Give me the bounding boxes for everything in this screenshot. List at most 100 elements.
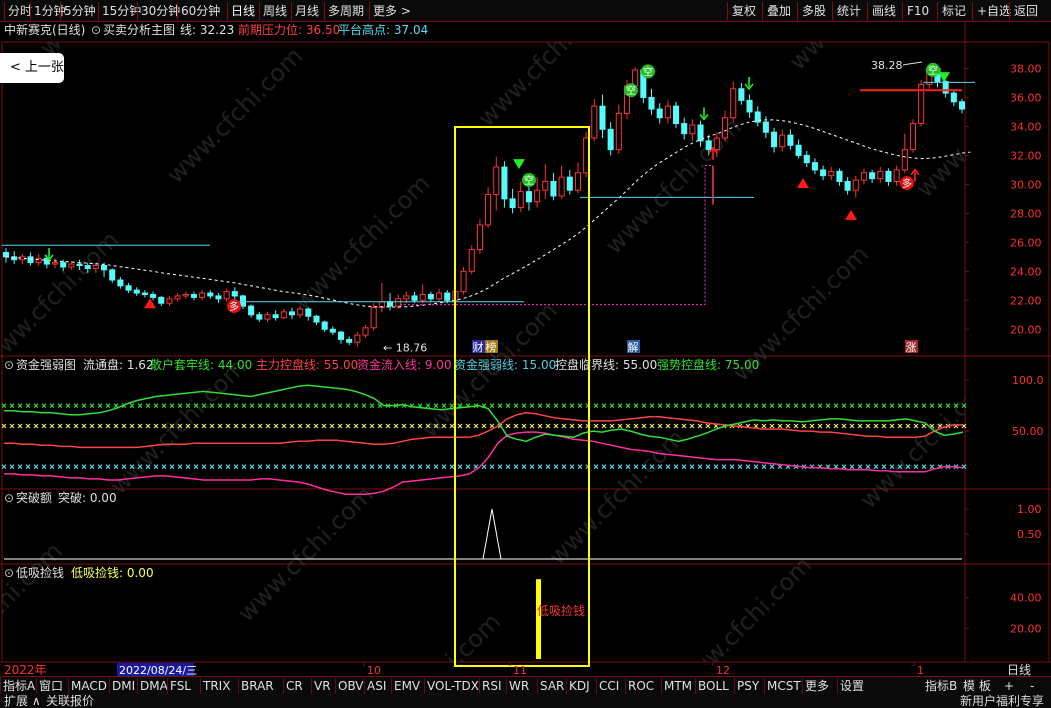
tab-separator — [364, 678, 365, 694]
candle-body — [272, 314, 279, 319]
indicator-tab-17[interactable]: KDJ — [569, 678, 590, 694]
tab-separator — [335, 678, 336, 694]
tab-separator — [137, 678, 138, 694]
candle-body — [493, 166, 500, 196]
tab-month[interactable]: 月线 — [295, 3, 319, 19]
tab-separator — [283, 678, 284, 694]
sell-signal-badge-text: 空 — [928, 64, 938, 77]
candle[interactable] — [909, 119, 917, 153]
indicator-tab-2[interactable]: MACD — [71, 678, 107, 694]
indicator-tab-4[interactable]: DMA — [140, 678, 168, 694]
indicator-tab-14[interactable]: RSI — [482, 678, 502, 694]
tab-60m[interactable]: 60分钟 — [181, 3, 220, 19]
button-biaoji[interactable]: 标记 — [942, 3, 966, 19]
indicator-tab-11[interactable]: ASI — [367, 678, 386, 694]
button-tongji[interactable]: 统计 — [837, 3, 861, 19]
candle-body — [893, 169, 900, 182]
button-duogu[interactable]: 多股 — [802, 3, 826, 19]
candle-body — [141, 292, 148, 295]
indicator-tab-7[interactable]: BRAR — [241, 678, 274, 694]
price-tick-label: 24.00 — [1010, 265, 1042, 278]
tab-more[interactable]: 更多 > — [373, 3, 411, 19]
toolbar-separator — [369, 2, 370, 20]
tab-15m[interactable]: 15分钟 — [102, 3, 141, 19]
panel3-circle-icon[interactable]: ⊙ — [4, 491, 14, 505]
indicator-tab-0[interactable]: 指标A — [3, 678, 35, 694]
candle-body — [689, 124, 696, 135]
candle-body — [231, 291, 238, 297]
tab-separator — [764, 678, 765, 694]
panel4-circle-icon[interactable]: ⊙ — [4, 566, 14, 580]
indicator-tab-22[interactable]: PSY — [737, 678, 759, 694]
button-zixuan[interactable]: +自选 — [977, 3, 1011, 19]
indicator-tab-19[interactable]: ROC — [628, 678, 654, 694]
event-marker-1[interactable]: 榜 — [485, 340, 498, 354]
month-label: 12 — [716, 664, 730, 676]
candle-body — [583, 137, 590, 174]
tab-week[interactable]: 周线 — [263, 3, 287, 19]
candle[interactable] — [460, 266, 467, 295]
button-fuquan[interactable]: 复权 — [732, 3, 756, 19]
tab-5m[interactable]: 5分钟 — [64, 3, 96, 19]
buy-signal-badge-text: 多 — [229, 300, 239, 313]
tab-separator — [311, 678, 312, 694]
indicator-circle-icon[interactable]: ⊙ — [91, 23, 101, 37]
event-marker-3[interactable]: 涨 — [905, 340, 918, 354]
indicator-tab-9[interactable]: VR — [314, 678, 331, 694]
toolbar-separator — [137, 2, 138, 20]
candle[interactable] — [672, 101, 680, 128]
tab-30m[interactable]: 30分钟 — [141, 3, 180, 19]
event-marker-2[interactable]: 解 — [627, 340, 640, 354]
indicator-tab-24[interactable]: 更多 — [805, 678, 829, 694]
candle-body — [950, 92, 957, 103]
bottom-right-button-3[interactable]: - — [1030, 678, 1034, 694]
button-huaxian[interactable]: 画线 — [872, 3, 896, 19]
indicator-tab-20[interactable]: MTM — [664, 678, 692, 694]
indicator-tab-8[interactable]: CR — [286, 678, 303, 694]
tab-day[interactable]: 日线 — [231, 3, 255, 19]
bottom-right-button-2[interactable]: + — [1004, 678, 1014, 694]
indicator-tab-12[interactable]: EMV — [394, 678, 420, 694]
indicator-tab-3[interactable]: DMI — [112, 678, 135, 694]
candle-body — [264, 314, 271, 320]
indicator-tab-23[interactable]: MCST — [767, 678, 801, 694]
tab-fenshi[interactable]: 分时 — [8, 3, 32, 19]
expand-button[interactable]: 扩展 ∧ — [4, 694, 41, 708]
candle[interactable] — [370, 303, 377, 331]
indicator-tab-10[interactable]: OBV — [338, 678, 364, 694]
candle[interactable] — [583, 132, 590, 178]
related-quote-button[interactable]: 关联报价 — [46, 694, 94, 708]
kline-chart[interactable]: www.cfchi.com 多多空空空空38.28← 18.76财榜解涨 低吸捡… — [0, 22, 1051, 676]
event-marker-0[interactable]: 财 — [472, 340, 485, 354]
prev-image-button[interactable]: < 上一张 — [0, 53, 64, 83]
indicator-tab-21[interactable]: BOLL — [698, 678, 729, 694]
candle-body — [860, 172, 867, 181]
indicator-tab-6[interactable]: TRIX — [203, 678, 230, 694]
candle-body — [558, 176, 565, 197]
indicator-tab-1[interactable]: 窗口 — [39, 678, 63, 694]
panel2-circle-icon[interactable]: ⊙ — [4, 358, 14, 372]
candle-body — [305, 308, 312, 317]
indicator-tab-16[interactable]: SAR — [540, 678, 564, 694]
new-user-promo[interactable]: 新用户福利专享 — [960, 694, 1044, 708]
button-f10[interactable]: F10 — [907, 3, 929, 19]
indicator-tab-5[interactable]: FSL — [170, 678, 191, 694]
indicator-tab-18[interactable]: CCI — [599, 678, 619, 694]
indicator-tab-15[interactable]: WR — [509, 678, 529, 694]
button-diejia[interactable]: 叠加 — [767, 3, 791, 19]
bottom-right-button-0[interactable]: 指标B — [925, 678, 957, 694]
indicator-tab-25[interactable]: 设置 — [840, 678, 864, 694]
event-marker-text: 涨 — [906, 341, 917, 354]
low-buy-annotation: 低吸捡钱 — [537, 603, 585, 618]
candle-body — [787, 134, 794, 146]
tab-multi[interactable]: 多周期 — [328, 3, 364, 19]
tab-separator — [424, 678, 425, 694]
candle[interactable] — [918, 80, 925, 127]
candle[interactable] — [468, 245, 475, 275]
bottom-right-button-1[interactable]: 模 板 — [963, 678, 991, 694]
sell-signal-badge: 空 — [926, 62, 940, 77]
candle-body — [370, 307, 377, 329]
candle-body — [542, 180, 549, 191]
button-fanhui[interactable]: 返回 — [1014, 3, 1038, 19]
indicator-tab-13[interactable]: VOL-TDX — [427, 678, 479, 694]
